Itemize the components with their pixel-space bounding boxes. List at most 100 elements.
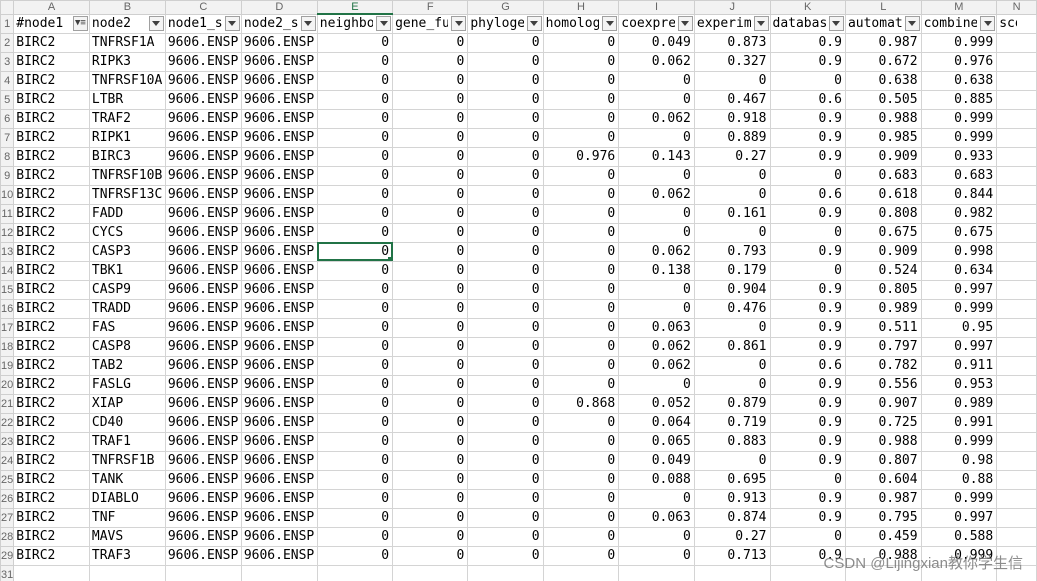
table-cell[interactable]: 0.27 bbox=[693, 526, 771, 547]
table-cell[interactable]: 0.524 bbox=[844, 260, 922, 281]
table-cell[interactable]: 9606.ENSP bbox=[240, 70, 318, 91]
table-cell[interactable] bbox=[618, 564, 695, 581]
table-cell[interactable]: 9606.ENSP bbox=[240, 89, 318, 110]
table-cell[interactable]: 0.889 bbox=[693, 127, 771, 148]
table-cell[interactable]: 0 bbox=[467, 393, 544, 414]
column-header-I[interactable]: I bbox=[618, 0, 695, 15]
table-cell[interactable]: 9606.ENSP bbox=[164, 450, 242, 471]
table-cell[interactable]: 0 bbox=[467, 32, 544, 53]
table-cell[interactable]: BIRC2 bbox=[13, 450, 90, 471]
table-cell[interactable]: 0.9 bbox=[769, 507, 846, 528]
table-cell[interactable]: 0.9 bbox=[769, 51, 846, 72]
table-cell[interactable]: BIRC2 bbox=[13, 317, 90, 338]
table-cell[interactable]: 0.9 bbox=[769, 127, 846, 148]
row-number[interactable]: 25 bbox=[0, 469, 15, 490]
table-cell[interactable] bbox=[996, 146, 1037, 167]
filter-dropdown-icon[interactable] bbox=[602, 15, 618, 31]
table-cell[interactable]: 0.999 bbox=[920, 298, 998, 319]
table-cell[interactable] bbox=[996, 431, 1037, 452]
table-cell[interactable] bbox=[996, 165, 1037, 186]
table-cell[interactable]: 0 bbox=[769, 526, 846, 547]
table-cell[interactable]: 9606.ENSP bbox=[240, 260, 318, 281]
table-cell[interactable]: BIRC2 bbox=[13, 260, 90, 281]
table-cell[interactable]: 0.064 bbox=[618, 412, 695, 433]
header-cell-6[interactable]: gene_fu bbox=[392, 13, 469, 34]
table-cell[interactable]: 0.604 bbox=[844, 469, 922, 490]
table-cell[interactable]: 0 bbox=[542, 70, 620, 91]
column-header-H[interactable]: H bbox=[542, 0, 620, 15]
table-cell[interactable]: 9606.ENSP bbox=[164, 317, 242, 338]
table-cell[interactable]: 0 bbox=[316, 222, 394, 243]
table-cell[interactable]: 0 bbox=[392, 374, 469, 395]
table-cell[interactable] bbox=[164, 564, 242, 581]
table-cell[interactable]: 0 bbox=[392, 317, 469, 338]
table-cell[interactable]: 0 bbox=[316, 488, 394, 509]
table-cell[interactable]: 9606.ENSP bbox=[240, 127, 318, 148]
table-cell[interactable] bbox=[996, 127, 1037, 148]
table-cell[interactable]: BIRC2 bbox=[13, 165, 90, 186]
row-number[interactable]: 2 bbox=[0, 32, 15, 53]
table-cell[interactable]: 0.638 bbox=[920, 70, 998, 91]
table-cell[interactable]: 0.9 bbox=[769, 279, 846, 300]
table-cell[interactable]: 0 bbox=[392, 431, 469, 452]
header-cell-2[interactable]: node2 bbox=[88, 13, 166, 34]
table-cell[interactable]: 0 bbox=[467, 51, 544, 72]
table-cell[interactable]: 9606.ENSP bbox=[240, 526, 318, 547]
table-cell[interactable]: 0.933 bbox=[920, 146, 998, 167]
table-cell[interactable]: 0.9 bbox=[769, 108, 846, 129]
table-cell[interactable]: FASLG bbox=[88, 374, 166, 395]
table-cell[interactable]: 0 bbox=[467, 469, 544, 490]
table-cell[interactable] bbox=[996, 70, 1037, 91]
table-cell[interactable]: 9606.ENSP bbox=[164, 545, 242, 566]
table-cell[interactable]: 0 bbox=[542, 526, 620, 547]
table-cell[interactable]: 0.999 bbox=[920, 488, 998, 509]
table-cell[interactable]: 0 bbox=[618, 545, 695, 566]
table-cell[interactable]: DIABLO bbox=[88, 488, 166, 509]
row-number[interactable]: 14 bbox=[0, 260, 15, 281]
table-cell[interactable] bbox=[996, 222, 1037, 243]
table-cell[interactable]: 0 bbox=[542, 203, 620, 224]
table-cell[interactable]: BIRC2 bbox=[13, 507, 90, 528]
column-header-K[interactable]: K bbox=[769, 0, 846, 15]
table-cell[interactable]: 0.049 bbox=[618, 450, 695, 471]
fill-handle[interactable] bbox=[388, 256, 392, 260]
table-cell[interactable]: 0.713 bbox=[693, 545, 771, 566]
table-cell[interactable]: 0.985 bbox=[844, 127, 922, 148]
row-number[interactable]: 23 bbox=[0, 431, 15, 452]
table-cell[interactable]: CASP8 bbox=[88, 336, 166, 357]
table-cell[interactable]: 9606.ENSP bbox=[164, 260, 242, 281]
table-cell[interactable]: 9606.ENSP bbox=[164, 70, 242, 91]
table-cell[interactable]: 0.909 bbox=[844, 241, 922, 262]
row-number[interactable]: 11 bbox=[0, 203, 15, 224]
table-cell[interactable]: 0.27 bbox=[693, 146, 771, 167]
table-cell[interactable]: BIRC2 bbox=[13, 32, 90, 53]
table-cell[interactable]: 0.9 bbox=[769, 317, 846, 338]
column-header-M[interactable]: M bbox=[920, 0, 998, 15]
column-header-N[interactable]: N bbox=[996, 0, 1037, 15]
column-header-C[interactable]: C bbox=[164, 0, 242, 15]
table-cell[interactable]: 0.476 bbox=[693, 298, 771, 319]
table-cell[interactable]: 0 bbox=[618, 488, 695, 509]
spreadsheet[interactable]: ABCDEFGHIJKLMN 1 #node1 ▼≡ node2 node1_s node… bbox=[0, 0, 1037, 581]
table-cell[interactable]: 0 bbox=[392, 393, 469, 414]
table-cell[interactable]: 9606.ENSP bbox=[240, 507, 318, 528]
table-cell[interactable]: 0 bbox=[316, 89, 394, 110]
table-cell[interactable]: 0 bbox=[316, 184, 394, 205]
table-cell[interactable]: 0.672 bbox=[844, 51, 922, 72]
table-cell[interactable]: 0.161 bbox=[693, 203, 771, 224]
table-cell[interactable]: 0 bbox=[316, 431, 394, 452]
table-cell[interactable]: 9606.ENSP bbox=[240, 241, 318, 262]
table-cell[interactable]: TNFRSF1B bbox=[88, 450, 166, 471]
table-cell[interactable]: BIRC2 bbox=[13, 374, 90, 395]
table-cell[interactable]: BIRC2 bbox=[13, 393, 90, 414]
filter-dropdown-icon[interactable] bbox=[980, 15, 996, 31]
table-cell[interactable]: 0 bbox=[467, 526, 544, 547]
table-cell[interactable]: 0 bbox=[542, 355, 620, 376]
table-cell[interactable]: 0.991 bbox=[920, 412, 998, 433]
table-cell[interactable]: 0 bbox=[693, 374, 771, 395]
table-cell[interactable]: 0.987 bbox=[844, 32, 922, 53]
table-cell[interactable]: 9606.ENSP bbox=[240, 51, 318, 72]
table-cell[interactable] bbox=[88, 564, 166, 581]
table-cell[interactable]: FADD bbox=[88, 203, 166, 224]
header-cell-4[interactable]: node2_s bbox=[240, 13, 318, 34]
